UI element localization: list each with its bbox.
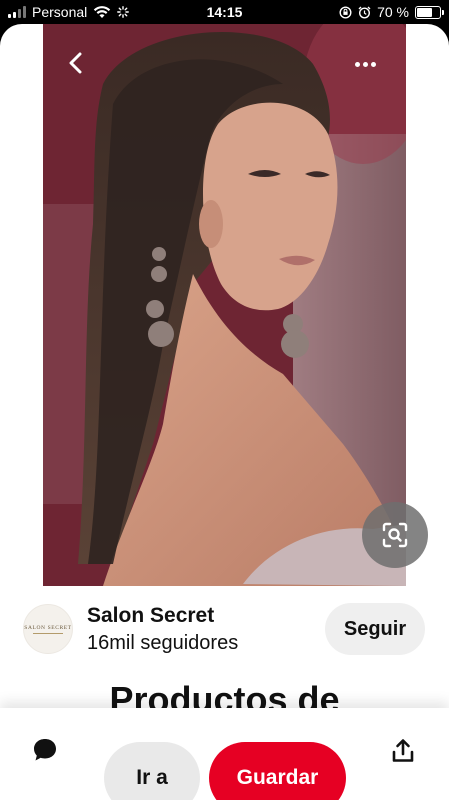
alarm-icon [358,6,371,19]
save-button[interactable]: Guardar [209,742,346,800]
creator-row: SALON SECRET Salon Secret 16mil seguidor… [0,598,449,662]
creator-name[interactable]: Salon Secret [87,604,214,628]
share-button[interactable] [388,736,418,766]
share-upload-icon [392,739,414,762]
battery-percent: 70 % [377,4,409,20]
avatar-logo-line [33,632,63,634]
comment-bubble-icon [34,739,56,761]
comment-button[interactable] [30,735,60,765]
more-options-button[interactable] [355,62,376,67]
more-dots-icon [355,62,360,67]
battery-icon [415,5,444,19]
status-right: 70 % [339,4,444,20]
creator-followers: 16mil seguidores [87,632,239,654]
back-button[interactable] [67,52,97,82]
visual-search-button[interactable] [362,502,428,568]
pin-detail-sheet: SALON SECRET Salon Secret 16mil seguidor… [0,24,449,800]
creator-avatar[interactable]: SALON SECRET [23,604,73,654]
portrait-photo-icon [43,24,406,586]
battery-fill [417,7,433,17]
pin-image[interactable] [43,24,406,586]
rotation-lock-icon [339,5,352,19]
action-bar: Ir a Guardar [0,708,449,800]
visit-button[interactable]: Ir a [104,742,200,800]
chevron-left-icon [69,52,82,74]
visual-search-icon [382,522,408,548]
status-bar: Personal 14:15 70 % [0,0,449,24]
follow-button[interactable]: Seguir [325,603,425,655]
avatar-logo-text: SALON SECRET [24,624,72,631]
